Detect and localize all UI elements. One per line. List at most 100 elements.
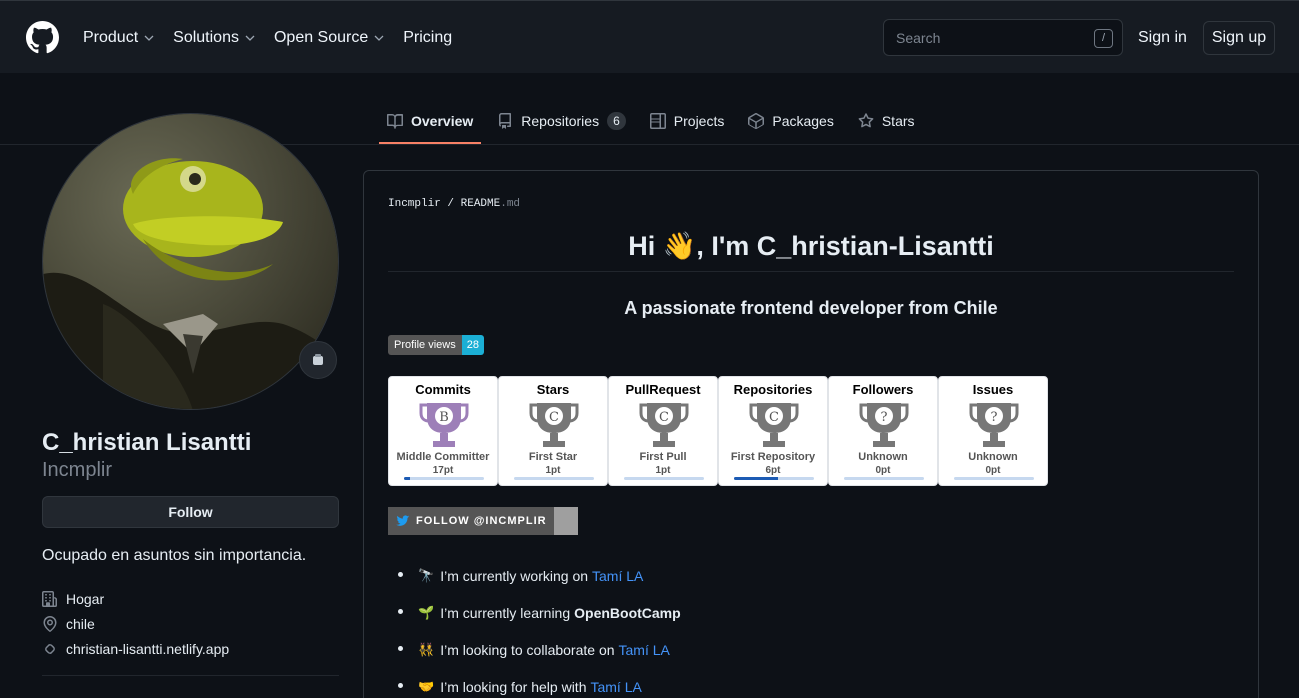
trophy-progress-fill bbox=[734, 477, 778, 480]
tab-stars[interactable]: Stars bbox=[850, 100, 923, 142]
company-text: Hogar bbox=[66, 591, 105, 607]
trophy-cup-icon: ? bbox=[969, 403, 1019, 447]
location-icon bbox=[43, 616, 57, 632]
status-emoji-button[interactable] bbox=[299, 341, 337, 379]
trophy-card: PullRequest C First Pull 1pt bbox=[608, 376, 718, 486]
package-icon bbox=[748, 113, 765, 129]
readme-owner-link[interactable]: Incmplir bbox=[388, 198, 441, 210]
trophy-rank-label: Middle Committer bbox=[396, 451, 490, 463]
tami-la-link[interactable]: Tamí LA bbox=[590, 679, 641, 695]
list-text: I’m looking for help with bbox=[440, 678, 587, 695]
trophy-points: 1pt bbox=[545, 465, 561, 476]
views-count: 28 bbox=[461, 335, 484, 355]
trophy-rank-label: Unknown bbox=[858, 451, 908, 463]
trophy-card: Followers? Unknown 0pt bbox=[828, 376, 938, 486]
nav-product[interactable]: Product bbox=[83, 28, 154, 48]
tab-overview[interactable]: Overview bbox=[379, 100, 482, 144]
trophy-rank: C bbox=[659, 410, 669, 425]
profile-name: C_hristian Lisantti bbox=[42, 429, 252, 456]
twitter-badge-label-box: FOLLOW @INCMPLIR bbox=[388, 507, 554, 535]
title-divider bbox=[388, 271, 1234, 272]
trophy-points: 17pt bbox=[432, 465, 454, 476]
tab-label: Projects bbox=[673, 113, 725, 129]
list-text: I’m currently learning bbox=[440, 604, 571, 621]
trophy-cup-icon: ? bbox=[859, 403, 909, 447]
profile-bio: Ocupado en asuntos sin importancia. bbox=[42, 547, 307, 564]
trophy-title: Repositories bbox=[733, 382, 813, 397]
location-text: chile bbox=[66, 616, 95, 632]
seedling-icon: 🌱 bbox=[418, 604, 435, 620]
trophy-card: Repositories C First Repository 6pt bbox=[718, 376, 828, 486]
nav-pricing[interactable]: Pricing bbox=[403, 28, 452, 48]
trophy-rank-label: Unknown bbox=[968, 451, 1018, 463]
trophy-card: Issues? Unknown 0pt bbox=[938, 376, 1048, 486]
trophy-points: 0pt bbox=[985, 465, 1001, 476]
trophy-points: 6pt bbox=[765, 465, 781, 476]
tab-packages[interactable]: Packages bbox=[740, 100, 841, 142]
trophy-progress-fill bbox=[404, 477, 411, 480]
tami-la-link[interactable]: Tamí LA bbox=[592, 568, 643, 584]
nav-solutions[interactable]: Solutions bbox=[173, 28, 255, 48]
sign-up-button[interactable]: Sign up bbox=[1203, 21, 1275, 55]
nav-label: Product bbox=[83, 29, 139, 46]
organization-icon bbox=[42, 591, 57, 607]
trophy-rank-label: First Pull bbox=[639, 451, 687, 463]
search-placeholder: Search bbox=[896, 30, 941, 46]
trophy-progress-bar bbox=[404, 477, 484, 480]
list-text: I’m looking to collaborate on bbox=[440, 641, 615, 658]
profile-location: chile bbox=[42, 616, 95, 632]
twitter-icon bbox=[396, 515, 410, 526]
repo-icon bbox=[499, 113, 512, 129]
trophy-cup-icon: C bbox=[529, 403, 579, 447]
twitter-follow-badge[interactable]: FOLLOW @INCMPLIR bbox=[388, 507, 578, 535]
trophy-rank: C bbox=[769, 410, 779, 425]
nav-label: Open Source bbox=[273, 29, 369, 46]
star-icon bbox=[858, 113, 874, 128]
trophy-rank-label: First Star bbox=[528, 451, 578, 463]
list-item: 🔭 I’m currently working on Tamí LA bbox=[398, 557, 681, 594]
book-icon bbox=[387, 113, 403, 129]
chevron-down-icon bbox=[374, 35, 384, 41]
tab-repositories[interactable]: Repositories 6 bbox=[489, 100, 634, 142]
avatar-frog-painting bbox=[43, 114, 338, 409]
trophy-row: Commits B Middle Committer 17pt Stars C First … bbox=[388, 376, 1048, 486]
global-header: Product Solutions Open Source Pricing Se… bbox=[0, 0, 1299, 73]
trophy-cup-icon: C bbox=[639, 403, 689, 447]
trophy-cup-icon: C bbox=[749, 403, 799, 447]
avatar[interactable] bbox=[42, 113, 339, 410]
tami-la-link[interactable]: Tamí LA bbox=[619, 642, 670, 658]
sidebar-divider bbox=[42, 675, 339, 676]
website-link[interactable]: christian-lisantti.netlify.app bbox=[66, 641, 229, 657]
trophy-rank: C bbox=[549, 410, 559, 425]
twitter-count-box bbox=[554, 507, 578, 535]
readme-path: Incmplir / README.md bbox=[388, 198, 521, 210]
nav-open-source[interactable]: Open Source bbox=[274, 28, 384, 48]
profile-login: Incmplir bbox=[42, 459, 113, 481]
trophy-card: Commits B Middle Committer 17pt bbox=[388, 376, 498, 486]
readme-title: Hi 👋, I'm C_hristian-Lisantti bbox=[628, 231, 994, 261]
chevron-down-icon bbox=[144, 35, 154, 41]
trophy-progress-bar bbox=[844, 477, 924, 480]
views-label: Profile views bbox=[388, 335, 462, 355]
trophy-rank: ? bbox=[991, 410, 998, 425]
list-item: 👯 I’m looking to collaborate on Tamí LA bbox=[398, 631, 681, 668]
follow-button[interactable]: Follow bbox=[42, 496, 339, 528]
trophy-progress-bar bbox=[954, 477, 1034, 480]
project-icon bbox=[649, 113, 666, 129]
trophy-rank: ? bbox=[881, 410, 888, 425]
telescope-icon: 🔭 bbox=[418, 567, 435, 583]
trophy-title: Commits bbox=[415, 382, 471, 397]
about-list: 🔭 I’m currently working on Tamí LA 🌱 I’m cu… bbox=[398, 557, 681, 698]
readme-file-name[interactable]: README bbox=[461, 198, 501, 210]
search-input[interactable]: Search / bbox=[883, 19, 1123, 56]
github-logo-icon[interactable] bbox=[26, 21, 59, 54]
main-nav: Product Solutions Open Source Pricing bbox=[83, 28, 471, 48]
profile-tabs: Overview Repositories 6 Projects Package… bbox=[379, 100, 931, 145]
sign-in-link[interactable]: Sign in bbox=[1138, 29, 1187, 47]
twitter-label: FOLLOW @INCMPLIR bbox=[416, 515, 547, 527]
profile-website[interactable]: christian-lisantti.netlify.app bbox=[42, 641, 229, 657]
trophy-title: Issues bbox=[972, 382, 1014, 397]
chevron-down-icon bbox=[245, 35, 255, 41]
nav-label: Solutions bbox=[173, 29, 239, 46]
tab-projects[interactable]: Projects bbox=[642, 100, 733, 142]
